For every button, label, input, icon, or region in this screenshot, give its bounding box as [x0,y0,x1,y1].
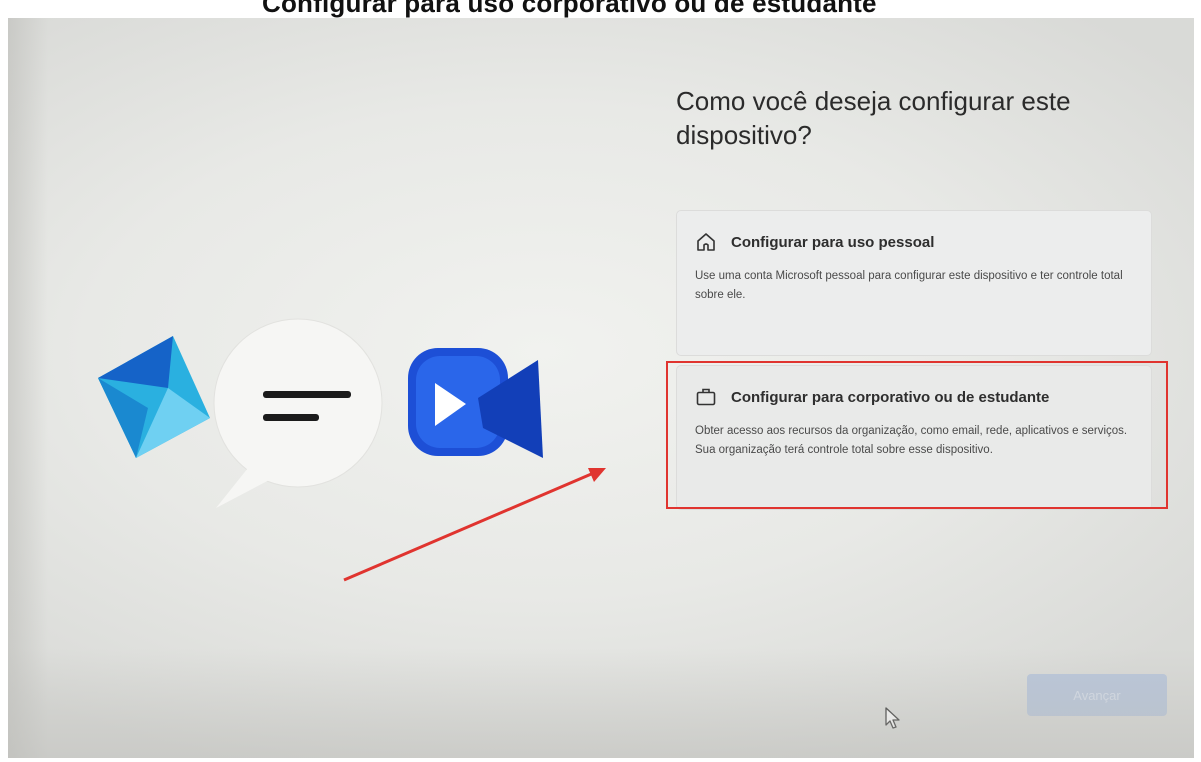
option-personal-use[interactable]: Configurar para uso pessoal Use uma cont… [676,210,1152,356]
briefcase-icon [695,386,717,408]
setup-screen: Como você deseja configurar este disposi… [8,18,1194,758]
mail-icon [98,336,210,458]
video-camera-icon [408,348,543,458]
red-arrow [343,468,606,582]
option-personal-description: Use uma conta Microsoft pessoal para con… [695,270,1123,301]
page-title: Como você deseja configurar este disposi… [676,86,1071,150]
option-work-school[interactable]: Configurar para corporativo ou de estuda… [676,365,1152,510]
option-personal-title: Configurar para uso pessoal [731,233,935,251]
top-caption-strip: Configurar para uso corporativo ou de es… [0,0,1201,18]
next-button[interactable]: Avançar [1027,674,1167,716]
option-work-title: Configurar para corporativo ou de estuda… [731,388,1050,406]
top-caption-text: Configurar para uso corporativo ou de es… [262,0,877,18]
option-work-description: Obter acesso aos recursos da organização… [695,425,1128,456]
home-icon [695,231,717,253]
mouse-cursor-icon [885,707,900,729]
